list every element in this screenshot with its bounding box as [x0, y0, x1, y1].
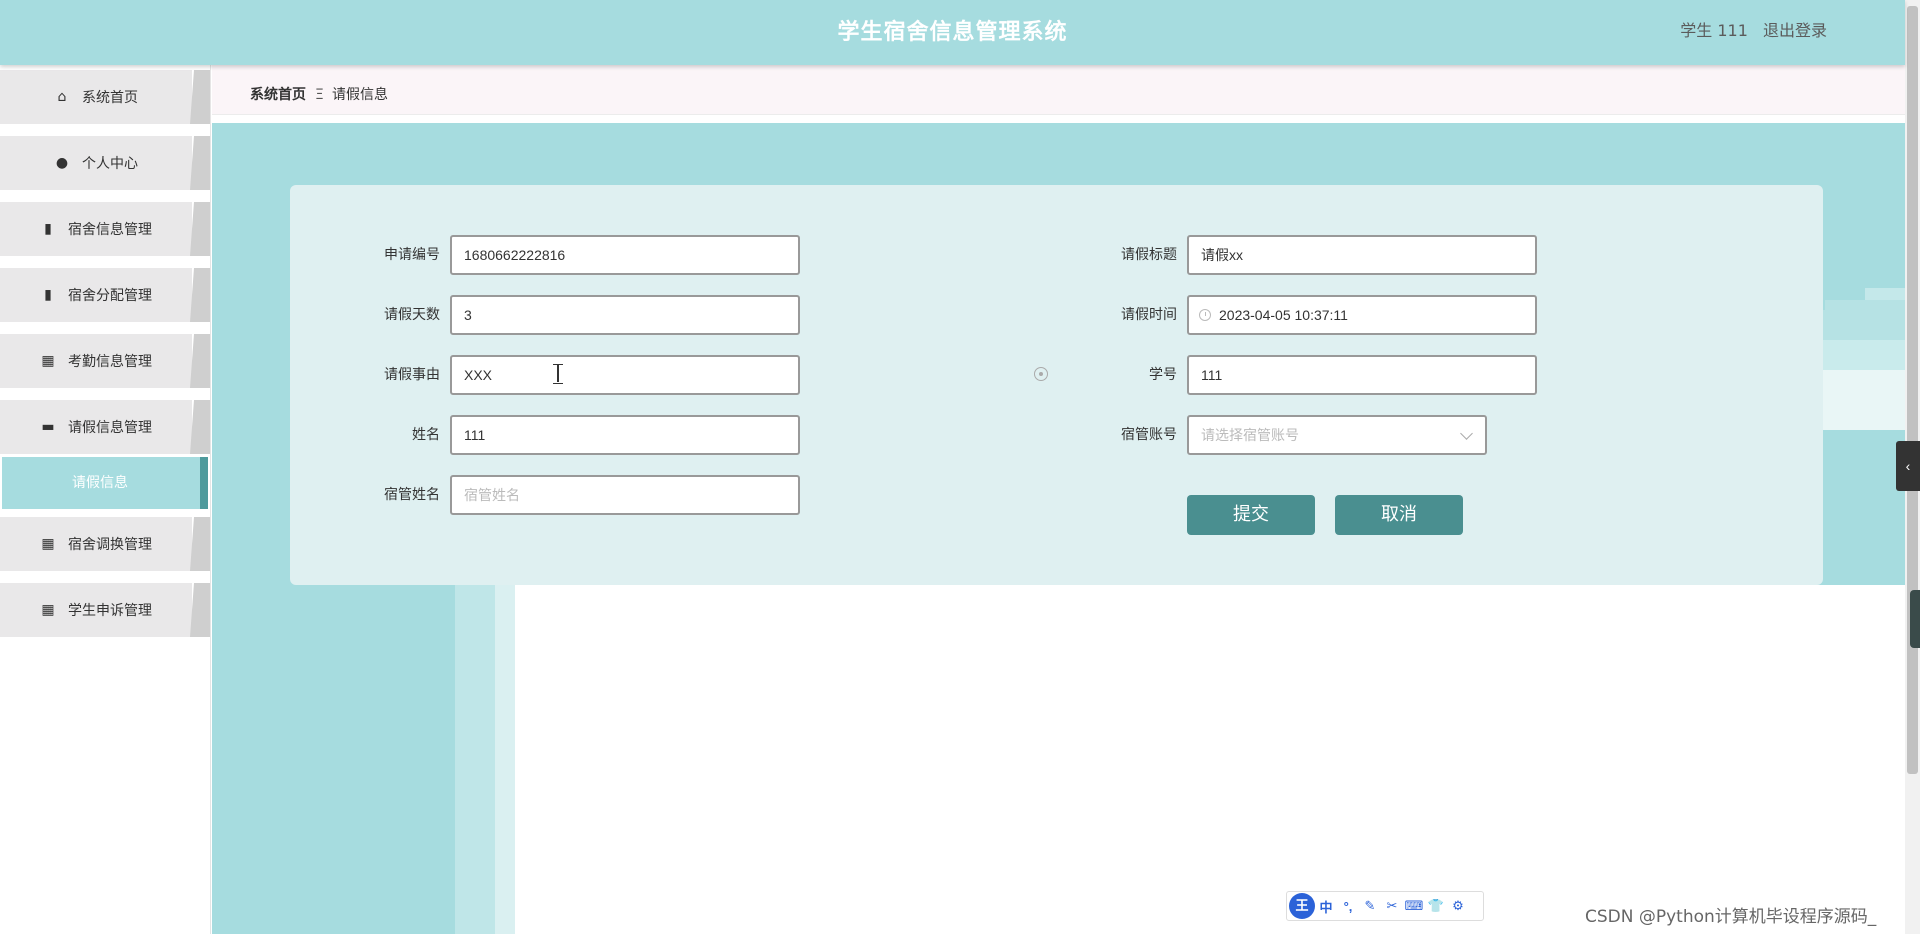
- breadcrumb-home[interactable]: 系统首页: [250, 65, 306, 125]
- watermark-text: CSDN @Python计算机毕设程序源码_: [1585, 907, 1877, 927]
- manager-account-label: 宿管账号: [1121, 427, 1177, 443]
- leave-reason-label: 请假事由: [384, 367, 440, 383]
- sidebar-item-home[interactable]: ⌂ 系统首页: [0, 70, 210, 124]
- ime-scissors-icon[interactable]: ✂: [1381, 898, 1403, 914]
- sidebar-item-appeal[interactable]: ▦ 学生申诉管理: [0, 583, 210, 637]
- grid-icon: ▦: [41, 602, 55, 618]
- home-icon: ⌂: [57, 89, 67, 105]
- leave-days-label: 请假天数: [384, 307, 440, 323]
- leave-reason-input[interactable]: XXX: [450, 355, 800, 395]
- scrollbar-thumb[interactable]: [1907, 6, 1918, 774]
- leave-form-card: 申请编号 1680662222816 请假天数 3 请假事由 XXX 姓名 11…: [290, 185, 1823, 585]
- sidebar: ⌂ 系统首页 ● 个人中心 ▮ 宿舍信息管理 ▮ 宿舍分配管理 ▦ 考勤信息管理 ▬ 请假信…: [0, 65, 211, 934]
- ime-punctuation-icon[interactable]: °,: [1337, 899, 1359, 914]
- sidebar-item-label: 系统首页: [82, 90, 138, 106]
- side-widget-tab[interactable]: [1910, 590, 1920, 648]
- chevron-down-icon: [1460, 427, 1473, 440]
- manager-account-placeholder: 请选择宿管账号: [1201, 427, 1299, 443]
- leave-title-label: 请假标题: [1121, 247, 1177, 263]
- clipboard-x-icon: ▮: [44, 287, 52, 303]
- decorative-stripe: [455, 585, 495, 934]
- clock-icon: [1199, 309, 1211, 321]
- text-cursor-icon: [553, 364, 563, 384]
- sidebar-item-dorm-assign[interactable]: ▮ 宿舍分配管理: [0, 268, 210, 322]
- sidebar-item-leave[interactable]: ▬ 请假信息管理: [0, 400, 210, 454]
- manager-name-input[interactable]: 宿管姓名: [450, 475, 800, 515]
- sidebar-item-label: 学生申诉管理: [68, 603, 152, 619]
- clipboard-icon: ▮: [44, 221, 52, 237]
- breadcrumb-current: 请假信息: [332, 87, 388, 103]
- sidebar-item-label: 请假信息管理: [68, 420, 152, 436]
- student-id-input[interactable]: 111: [1187, 355, 1537, 395]
- ime-keyboard-icon[interactable]: ⌨: [1403, 898, 1425, 914]
- user-label: 学生 111: [1680, 21, 1748, 40]
- collapse-panel-tab[interactable]: ‹: [1896, 441, 1920, 491]
- ticket-icon: ▬: [41, 419, 55, 435]
- application-no-input[interactable]: 1680662222816: [450, 235, 800, 275]
- decorative-stripe: [495, 585, 515, 934]
- leave-time-label: 请假时间: [1121, 307, 1177, 323]
- application-no-label: 申请编号: [384, 247, 440, 263]
- sidebar-item-dorm-info[interactable]: ▮ 宿舍信息管理: [0, 202, 210, 256]
- name-label: 姓名: [412, 427, 440, 443]
- ime-logo-icon[interactable]: 王: [1289, 893, 1315, 919]
- app-header: 学生宿舍信息管理系统 学生 111 退出登录: [0, 0, 1905, 65]
- sidebar-item-label: 宿舍信息管理: [68, 222, 152, 238]
- leave-days-input[interactable]: 3: [450, 295, 800, 335]
- student-id-label: 学号: [1149, 367, 1177, 383]
- ime-mode-toggle[interactable]: 中: [1315, 897, 1337, 916]
- sidebar-item-dorm-swap[interactable]: ▦ 宿舍调换管理: [0, 517, 210, 571]
- sidebar-item-profile[interactable]: ● 个人中心: [0, 136, 210, 190]
- app-title: 学生宿舍信息管理系统: [837, 20, 1068, 45]
- breadcrumb: 系统首页 Ξ 请假信息: [212, 65, 1905, 115]
- sidebar-item-label: 个人中心: [82, 156, 138, 172]
- sidebar-item-label: 考勤信息管理: [68, 354, 152, 370]
- grid-icon: ▦: [41, 536, 55, 552]
- leave-time-value: 2023-04-05 10:37:11: [1219, 307, 1348, 323]
- sidebar-item-label: 宿舍调换管理: [68, 537, 152, 553]
- manager-name-label: 宿管姓名: [384, 487, 440, 503]
- sidebar-item-attendance[interactable]: ▦ 考勤信息管理: [0, 334, 210, 388]
- sidebar-item-label: 宿舍分配管理: [68, 288, 152, 304]
- ime-pen-icon[interactable]: ✎: [1359, 898, 1381, 914]
- leave-title-input[interactable]: 请假xx: [1187, 235, 1537, 275]
- submenu-leave-info[interactable]: 请假信息: [2, 457, 208, 509]
- logout-link[interactable]: 退出登录: [1763, 21, 1827, 40]
- submit-button[interactable]: 提交: [1187, 495, 1315, 535]
- manager-account-select[interactable]: 请选择宿管账号: [1187, 415, 1487, 455]
- cancel-button[interactable]: 取消: [1335, 495, 1463, 535]
- ime-settings-icon[interactable]: ⚙: [1447, 898, 1469, 914]
- chevron-left-icon: ‹: [1905, 458, 1911, 474]
- user-area: 学生 111 退出登录: [1680, 0, 1827, 62]
- name-input[interactable]: 111: [450, 415, 800, 455]
- breadcrumb-separator: Ξ: [315, 87, 324, 103]
- content-white-area: [515, 585, 1905, 934]
- leave-time-input[interactable]: 2023-04-05 10:37:11: [1187, 295, 1537, 335]
- ime-toolbar: 王 中 °, ✎ ✂ ⌨ 👕 ⚙: [1286, 891, 1484, 921]
- loading-spinner-icon: [1034, 367, 1048, 381]
- user-icon: ●: [55, 155, 69, 171]
- grid-icon: ▦: [41, 353, 55, 369]
- ime-skin-icon[interactable]: 👕: [1425, 898, 1447, 914]
